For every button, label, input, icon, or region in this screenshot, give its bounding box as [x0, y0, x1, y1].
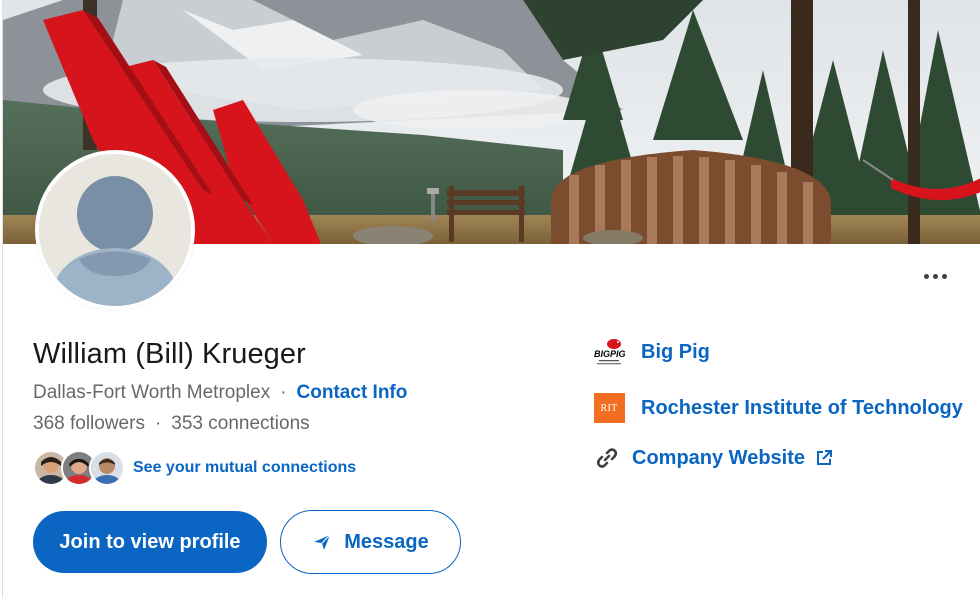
contact-info-link[interactable]: Contact Info: [297, 382, 408, 404]
network-stats: 368 followers · 353 connections: [33, 413, 310, 435]
school-name: Rochester Institute of Technology: [641, 396, 963, 419]
followers-count: 368 followers: [33, 413, 145, 434]
external-link-icon: [815, 449, 833, 467]
profile-location: Dallas-Fort Worth Metroplex: [33, 382, 271, 403]
more-horizontal-icon: [923, 273, 929, 279]
mutual-connections[interactable]: See your mutual connections: [33, 448, 356, 488]
join-to-view-profile-button[interactable]: Join to view profile: [33, 511, 267, 573]
mutual-connections-link[interactable]: See your mutual connections: [133, 459, 356, 477]
profile-name: William (Bill) Krueger: [33, 338, 306, 370]
connections-count: 353 connections: [171, 413, 310, 434]
profile-card: William (Bill) Krueger Dallas-Fort Worth…: [2, 0, 980, 598]
message-label: Message: [344, 530, 429, 553]
company-website-link[interactable]: Company Website: [595, 442, 833, 474]
company-name: Big Pig: [641, 340, 710, 363]
separator-dot: ·: [154, 413, 162, 434]
send-icon: [314, 534, 331, 550]
mutual-avatars: [33, 448, 125, 488]
message-button[interactable]: Message: [280, 510, 461, 574]
link-icon: [595, 442, 619, 474]
separator-dot: ·: [280, 382, 287, 403]
education-rit[interactable]: RIT Rochester Institute of Technology: [593, 392, 963, 424]
svg-text:BIGPIG: BIGPIG: [594, 349, 625, 359]
company-website-label: Company Website: [632, 446, 805, 469]
profile-avatar: [35, 150, 195, 310]
big-pig-logo: BIGPIG: [593, 336, 625, 368]
experience-big-pig[interactable]: BIGPIG Big Pig: [593, 336, 710, 368]
location-row: Dallas-Fort Worth Metroplex · Contact In…: [33, 382, 407, 404]
mutual-avatar: [89, 450, 125, 486]
more-options-button[interactable]: [913, 258, 957, 294]
rit-logo: RIT: [593, 392, 625, 424]
